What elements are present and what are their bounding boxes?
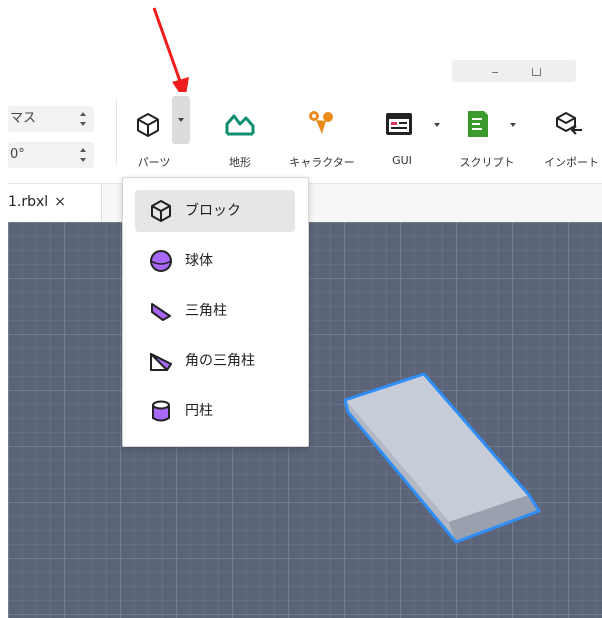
- grid-step-field[interactable]: マス: [8, 106, 94, 132]
- gui-dropdown-arrow-icon[interactable]: [434, 123, 440, 127]
- cube-icon: [137, 113, 159, 137]
- menu-item-cylinder[interactable]: 円柱: [135, 390, 295, 432]
- menu-item-label: 球体: [185, 253, 213, 269]
- import-icon: [556, 112, 582, 135]
- block-icon: [151, 200, 171, 222]
- gui-label: GUI: [392, 154, 412, 167]
- menu-item-block[interactable]: ブロック: [135, 190, 295, 232]
- terrain-icon: [225, 114, 255, 136]
- grid-step-stepper-icon[interactable]: [80, 112, 86, 126]
- terrain-button[interactable]: 地形: [218, 92, 262, 180]
- rotate-step-value: 0°: [10, 147, 25, 162]
- parts-dropdown-arrow-icon: [178, 118, 184, 122]
- menu-item-corner-wedge[interactable]: 角の三角柱: [135, 340, 295, 382]
- gui-icon: [386, 113, 412, 135]
- rotate-step-stepper-icon[interactable]: [80, 148, 86, 162]
- terrain-label: 地形: [229, 156, 251, 169]
- sphere-icon: [150, 250, 172, 272]
- parts-dropdown-menu: ブロック 球体 三角柱 角の三角柱 円柱: [122, 177, 309, 447]
- menu-item-wedge[interactable]: 三角柱: [135, 290, 295, 332]
- wedge-icon: [151, 303, 171, 321]
- menu-item-label: 三角柱: [185, 303, 227, 319]
- toolbar-ribbon: マス 0° パーツ 地形 キャラクター GUI スクリプト インポート: [8, 92, 602, 180]
- cylinder-icon: [152, 400, 170, 422]
- ribbon-divider: [116, 100, 117, 164]
- tab-label: 1.rbxl: [8, 194, 49, 210]
- script-dropdown-arrow-icon[interactable]: [510, 123, 516, 127]
- parts-dropdown-button[interactable]: [172, 96, 190, 144]
- script-icon: [468, 111, 488, 137]
- parts-button[interactable]: パーツ: [134, 92, 174, 180]
- menu-item-label: 円柱: [185, 403, 213, 419]
- gui-button[interactable]: GUI: [380, 92, 440, 180]
- corner-wedge-icon: [150, 353, 172, 371]
- script-button[interactable]: スクリプト: [460, 92, 516, 180]
- parts-label: パーツ: [137, 156, 171, 169]
- tab-place-file[interactable]: 1.rbxl ×: [8, 184, 102, 222]
- import-button[interactable]: インポート: [544, 92, 599, 180]
- rotate-step-field[interactable]: 0°: [8, 142, 94, 168]
- menu-item-label: 角の三角柱: [185, 353, 255, 369]
- close-icon[interactable]: ×: [54, 194, 66, 210]
- character-label: キャラクター: [289, 156, 355, 169]
- grid-step-value: マス: [10, 111, 37, 126]
- menu-item-sphere[interactable]: 球体: [135, 240, 295, 282]
- script-label: スクリプト: [459, 156, 515, 169]
- import-label: インポート: [544, 156, 599, 169]
- character-button[interactable]: キャラクター: [289, 92, 355, 180]
- character-icon: [309, 111, 333, 134]
- menu-item-label: ブロック: [185, 203, 241, 219]
- top-right-control[interactable]: [452, 60, 576, 82]
